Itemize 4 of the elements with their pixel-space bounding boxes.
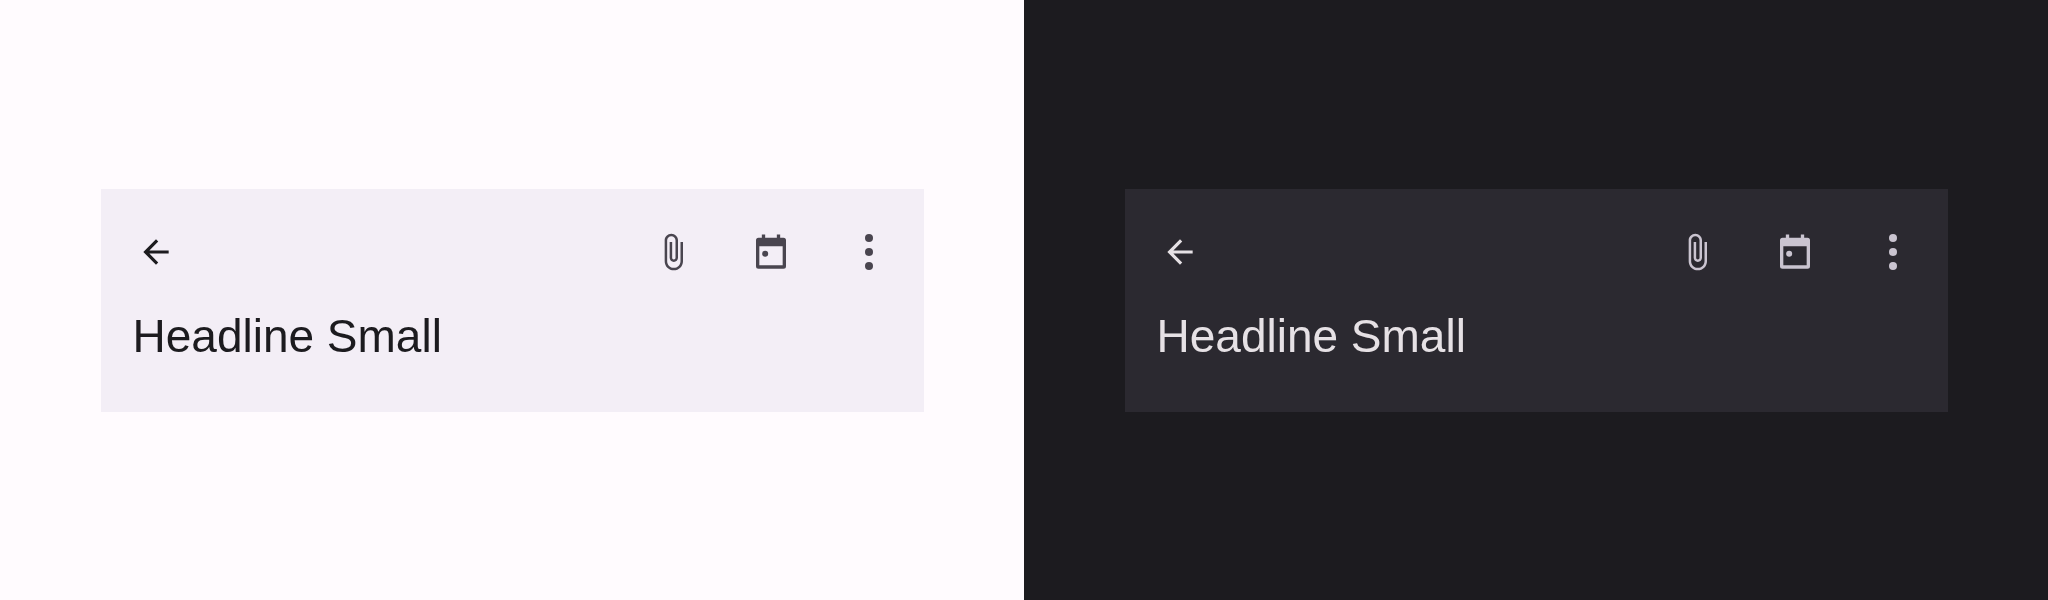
more-options-icon [863, 233, 874, 270]
headline-title: Headline Small [1156, 308, 1466, 364]
headline-title: Headline Small [132, 308, 442, 364]
more-options-icon [1887, 233, 1898, 270]
